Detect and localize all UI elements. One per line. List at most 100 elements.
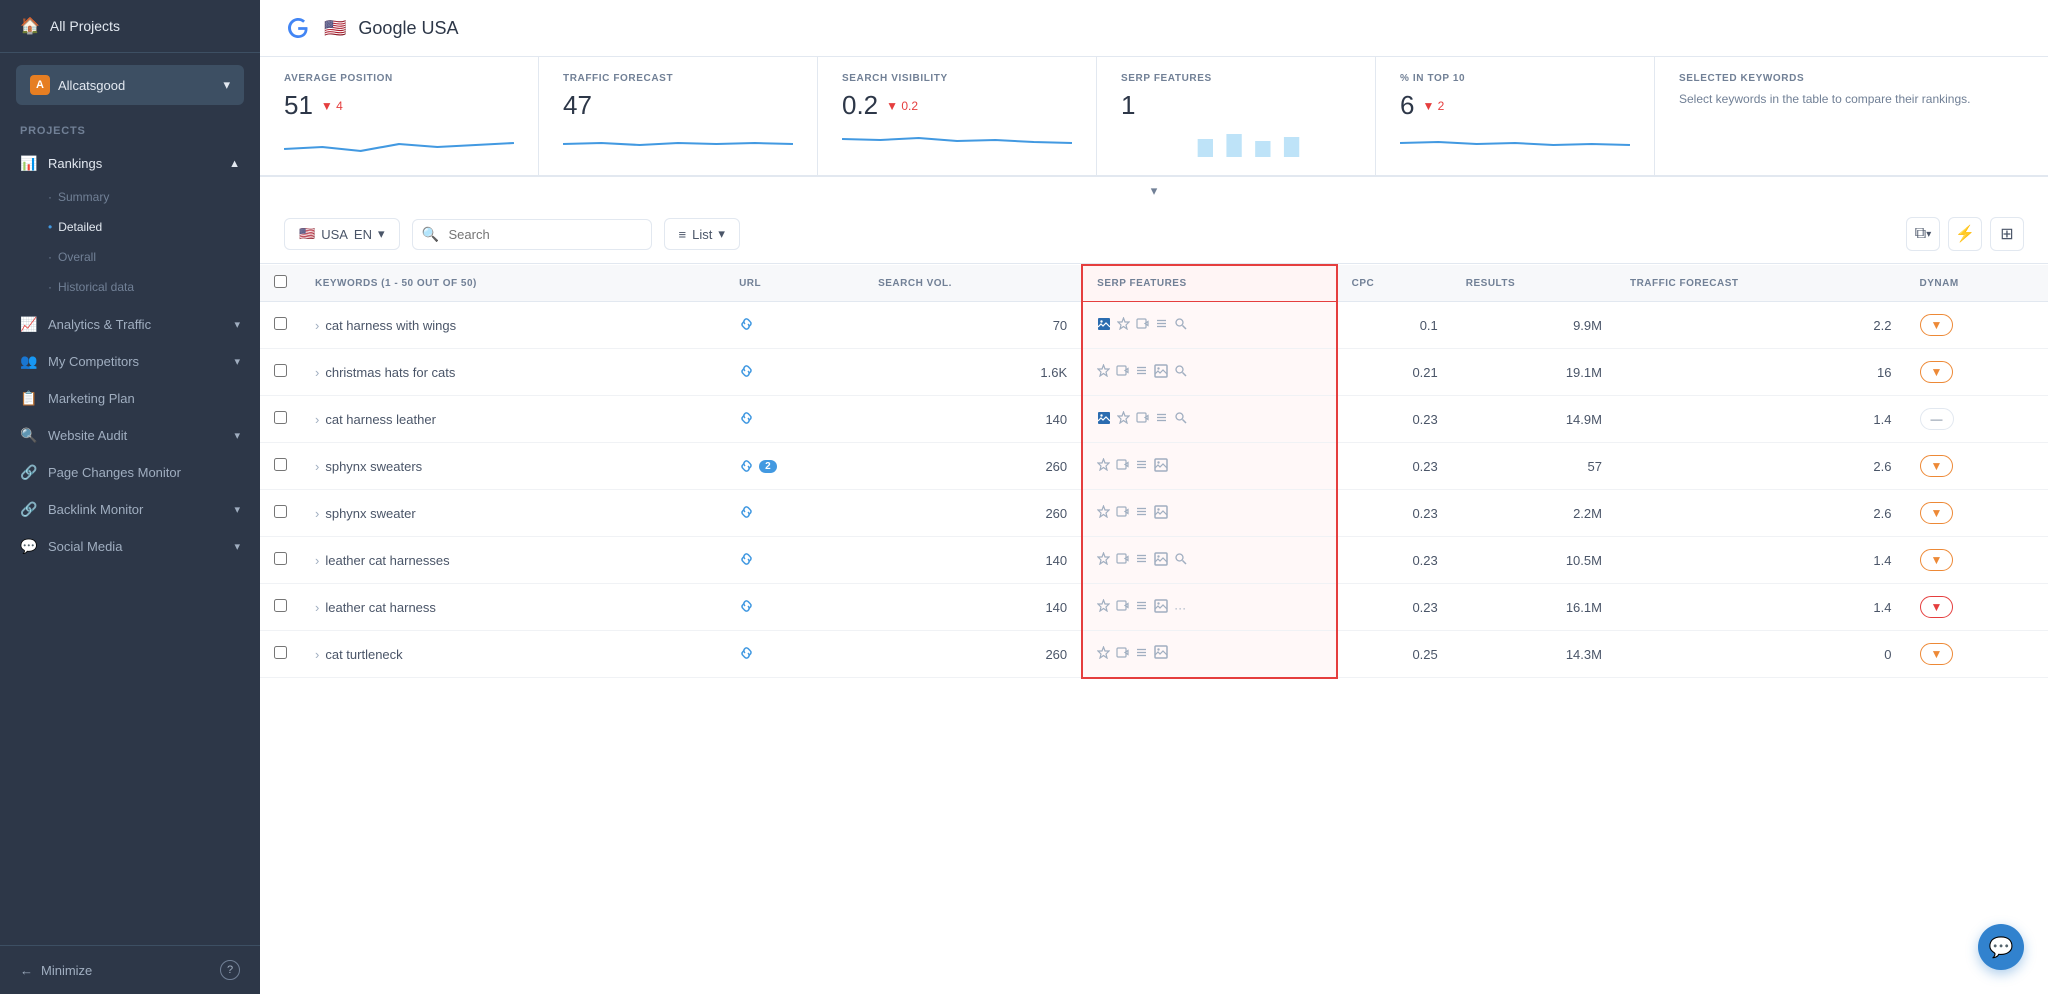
- url-icon[interactable]: [739, 647, 755, 663]
- serp-list-icon: [1135, 505, 1148, 521]
- keyword-cell: ›christmas hats for cats: [301, 349, 725, 396]
- chat-bubble-button[interactable]: 💬: [1978, 924, 2024, 970]
- keyword-expand-icon[interactable]: ›: [315, 553, 319, 568]
- main-content: 🇺🇸 Google USA AVERAGE POSITION 51 ▼ 4 TR…: [260, 0, 2048, 994]
- serp-features-cell: [1082, 490, 1336, 537]
- project-selector[interactable]: A Allcatsgood ▾: [16, 65, 244, 105]
- expand-stats-button[interactable]: ▾: [260, 177, 2048, 205]
- url-icon[interactable]: [739, 553, 755, 569]
- serp-star-icon: [1097, 505, 1110, 521]
- list-chevron-icon: ▾: [718, 226, 725, 242]
- stat-top10: % IN TOP 10 6 ▼ 2: [1376, 57, 1655, 175]
- sidebar-item-rankings-label: Rankings: [48, 156, 102, 171]
- filter-button[interactable]: ⚡: [1948, 217, 1982, 251]
- sidebar-item-social-label: Social Media: [48, 539, 122, 554]
- dynamic-cell: ▼: [1906, 302, 2048, 349]
- serp-img-icon: [1097, 317, 1111, 334]
- keyword-cell: › leather cat harness: [301, 584, 725, 631]
- keyword-text: leather cat harness: [325, 600, 436, 615]
- social-chevron-icon: ▾: [234, 540, 240, 553]
- traffic-forecast-cell: 2.2: [1616, 302, 1906, 349]
- sidebar-item-audit[interactable]: 🔍 Website Audit ▾: [0, 417, 260, 454]
- engine-label: USA: [321, 227, 348, 242]
- sidebar-item-detailed[interactable]: Detailed: [0, 212, 260, 242]
- keyword-cell: ›leather cat harnesses: [301, 537, 725, 584]
- stat-avg-position-change: ▼ 4: [321, 99, 343, 113]
- keyword-expand-icon[interactable]: ›: [315, 412, 319, 427]
- sidebar-item-summary[interactable]: Summary: [0, 182, 260, 212]
- url-cell: [725, 302, 864, 349]
- serp-star-icon: [1117, 411, 1130, 427]
- engine-chevron-icon: ▾: [378, 226, 385, 242]
- dynamic-cell: ▼: [1906, 631, 2048, 678]
- audit-icon: 🔍: [20, 427, 38, 444]
- columns-button[interactable]: ⊞: [1990, 217, 2024, 251]
- engine-lang-label: EN: [354, 227, 372, 242]
- keyword-expand-icon[interactable]: ›: [315, 459, 319, 474]
- col-traffic-forecast: TRAFFIC FORECAST: [1616, 265, 1906, 302]
- keyword-expand-icon[interactable]: ›: [315, 318, 319, 333]
- row-checkbox[interactable]: [274, 552, 287, 565]
- sidebar-item-backlink[interactable]: 🔗 Backlink Monitor ▾: [0, 491, 260, 528]
- sidebar-item-page-monitor[interactable]: 🔗 Page Changes Monitor: [0, 454, 260, 491]
- url-cell: [725, 396, 864, 443]
- engine-selector-button[interactable]: 🇺🇸 USA EN ▾: [284, 218, 400, 250]
- row-checkbox-cell: [260, 349, 301, 396]
- search-vol-cell: 260: [864, 490, 1082, 537]
- sidebar-item-rankings[interactable]: 📊 Rankings ▲: [0, 145, 260, 182]
- keyword-expand-icon[interactable]: ›: [315, 506, 319, 521]
- url-icon[interactable]: [739, 365, 755, 381]
- serp-img-icon: [1154, 645, 1168, 662]
- copy-button[interactable]: ⧉ ▾: [1906, 217, 1940, 251]
- list-view-button[interactable]: ≡ List ▾: [664, 218, 740, 250]
- table-row: ›sphynx sweaters22600.23572.6▼: [260, 443, 2048, 490]
- url-icon[interactable]: [739, 600, 755, 616]
- cpc-cell: 0.23: [1337, 584, 1452, 631]
- traffic-forecast-cell: 0: [1616, 631, 1906, 678]
- all-projects-link[interactable]: 🏠 All Projects: [0, 0, 260, 53]
- sidebar-item-audit-label: Website Audit: [48, 428, 127, 443]
- sidebar-item-overall[interactable]: Overall: [0, 242, 260, 272]
- serp-features-cell: [1082, 349, 1336, 396]
- row-checkbox[interactable]: [274, 317, 287, 330]
- serp-list-icon: [1135, 552, 1148, 568]
- select-all-checkbox[interactable]: [274, 275, 287, 288]
- row-checkbox[interactable]: [274, 411, 287, 424]
- row-checkbox[interactable]: [274, 458, 287, 471]
- url-icon[interactable]: [739, 506, 755, 522]
- row-checkbox[interactable]: [274, 364, 287, 377]
- stat-avg-position: AVERAGE POSITION 51 ▼ 4: [260, 57, 539, 175]
- keyword-text: cat turtleneck: [325, 647, 402, 662]
- stat-visibility-label: SEARCH VISIBILITY: [842, 73, 1072, 84]
- serp-star-icon: [1097, 364, 1110, 380]
- row-checkbox-cell: [260, 396, 301, 443]
- keyword-expand-icon[interactable]: ›: [315, 647, 319, 662]
- keyword-expand-icon[interactable]: ›: [315, 600, 319, 615]
- row-checkbox[interactable]: [274, 646, 287, 659]
- minimize-button[interactable]: ← Minimize ?: [0, 945, 260, 994]
- url-icon[interactable]: [739, 412, 755, 428]
- sidebar-item-historical[interactable]: Historical data: [0, 272, 260, 302]
- results-cell: 9.9M: [1452, 302, 1616, 349]
- sidebar-item-competitors[interactable]: 👥 My Competitors ▾: [0, 343, 260, 380]
- url-cell: [725, 490, 864, 537]
- url-icon[interactable]: 2: [739, 459, 850, 473]
- keyword-cell: ›sphynx sweaters: [301, 443, 725, 490]
- serp-list-icon: [1155, 317, 1168, 333]
- sidebar-item-marketing[interactable]: 📋 Marketing Plan: [0, 380, 260, 417]
- keyword-search-input[interactable]: [412, 219, 652, 250]
- col-select-all[interactable]: [260, 265, 301, 302]
- traffic-chart: [563, 129, 793, 159]
- row-checkbox[interactable]: [274, 599, 287, 612]
- sidebar-item-analytics[interactable]: 📈 Analytics & Traffic ▾: [0, 306, 260, 343]
- row-checkbox[interactable]: [274, 505, 287, 518]
- serp-video-icon: [1116, 364, 1129, 380]
- list-label: List: [692, 227, 712, 242]
- url-icon[interactable]: [739, 318, 755, 334]
- keyword-expand-icon[interactable]: ›: [315, 365, 319, 380]
- help-icon[interactable]: ?: [220, 960, 240, 980]
- sidebar-item-social[interactable]: 💬 Social Media ▾: [0, 528, 260, 565]
- traffic-forecast-cell: 1.4: [1616, 584, 1906, 631]
- project-chevron-icon: ▾: [223, 77, 230, 93]
- serp-zoom-icon: [1174, 317, 1187, 333]
